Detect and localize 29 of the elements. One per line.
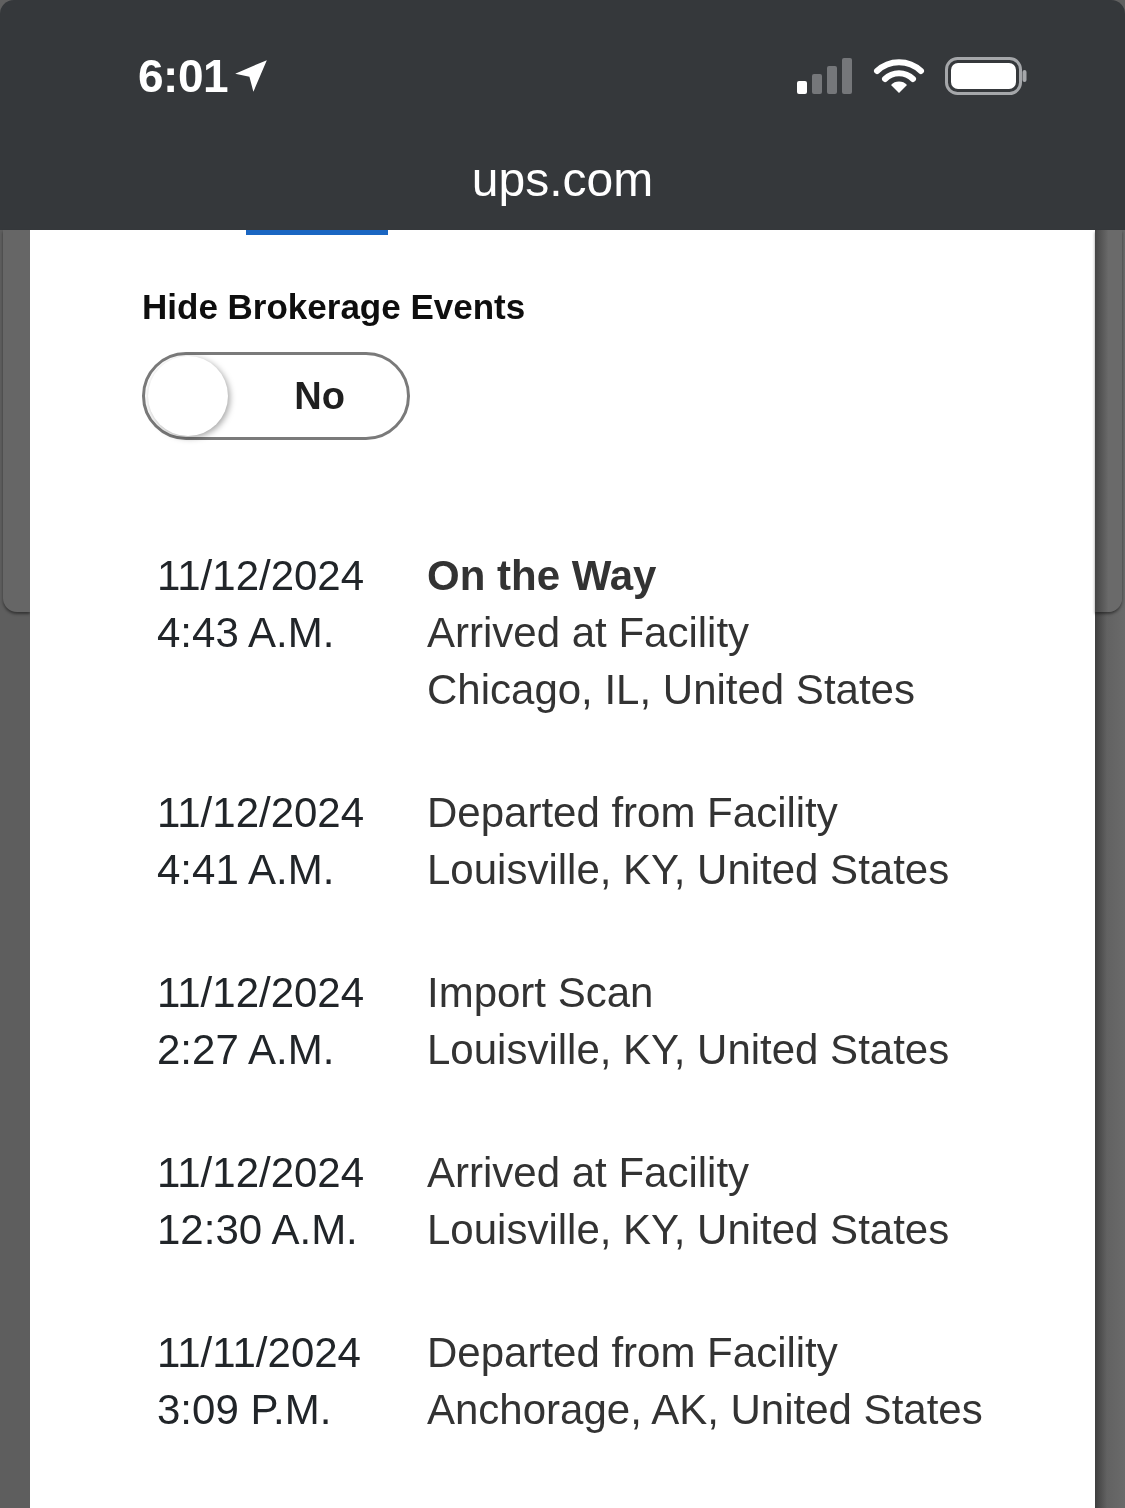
signal-bars-icon	[797, 58, 853, 94]
event-date: 11/12/2024	[157, 1148, 366, 1198]
event-time: 3:09 P.M.	[157, 1385, 333, 1435]
toggle-switch[interactable]: No	[142, 352, 410, 440]
event-activity: Departed from Facility	[427, 788, 839, 838]
battery-icon	[945, 57, 1027, 95]
link-underline[interactable]	[246, 230, 388, 235]
event-date: 11/12/2024	[157, 968, 366, 1018]
address-url[interactable]: ups.com	[471, 152, 654, 208]
event-time: 4:43 A.M.	[157, 608, 336, 658]
event-location: Louisville, KY, United States	[427, 845, 950, 895]
event-time: 2:27 A.M.	[157, 1025, 336, 1075]
event-status: On the Way	[427, 551, 658, 601]
event-activity: Departed from Facility	[427, 1328, 839, 1378]
event-location: Louisville, KY, United States	[427, 1205, 950, 1255]
event-date: 11/11/2024	[157, 1328, 362, 1378]
event-time: 4:41 A.M.	[157, 845, 336, 895]
event-activity: Import Scan	[427, 968, 655, 1018]
event-date: 11/12/2024	[157, 551, 366, 601]
event-date: 11/12/2024	[157, 788, 366, 838]
event-location: Anchorage, AK, United States	[427, 1385, 983, 1435]
wifi-icon	[873, 58, 925, 94]
event-activity: Arrived at Facility	[427, 608, 751, 658]
event-activity: Arrived at Facility	[427, 1148, 751, 1198]
event-location: Chicago, IL, United States	[427, 665, 915, 715]
event-location: Louisville, KY, United States	[427, 1025, 950, 1075]
event-time: 12:30 A.M.	[157, 1205, 359, 1255]
toggle-label: Hide Brokerage Events	[142, 286, 527, 328]
status-time: 6:01	[138, 50, 229, 102]
